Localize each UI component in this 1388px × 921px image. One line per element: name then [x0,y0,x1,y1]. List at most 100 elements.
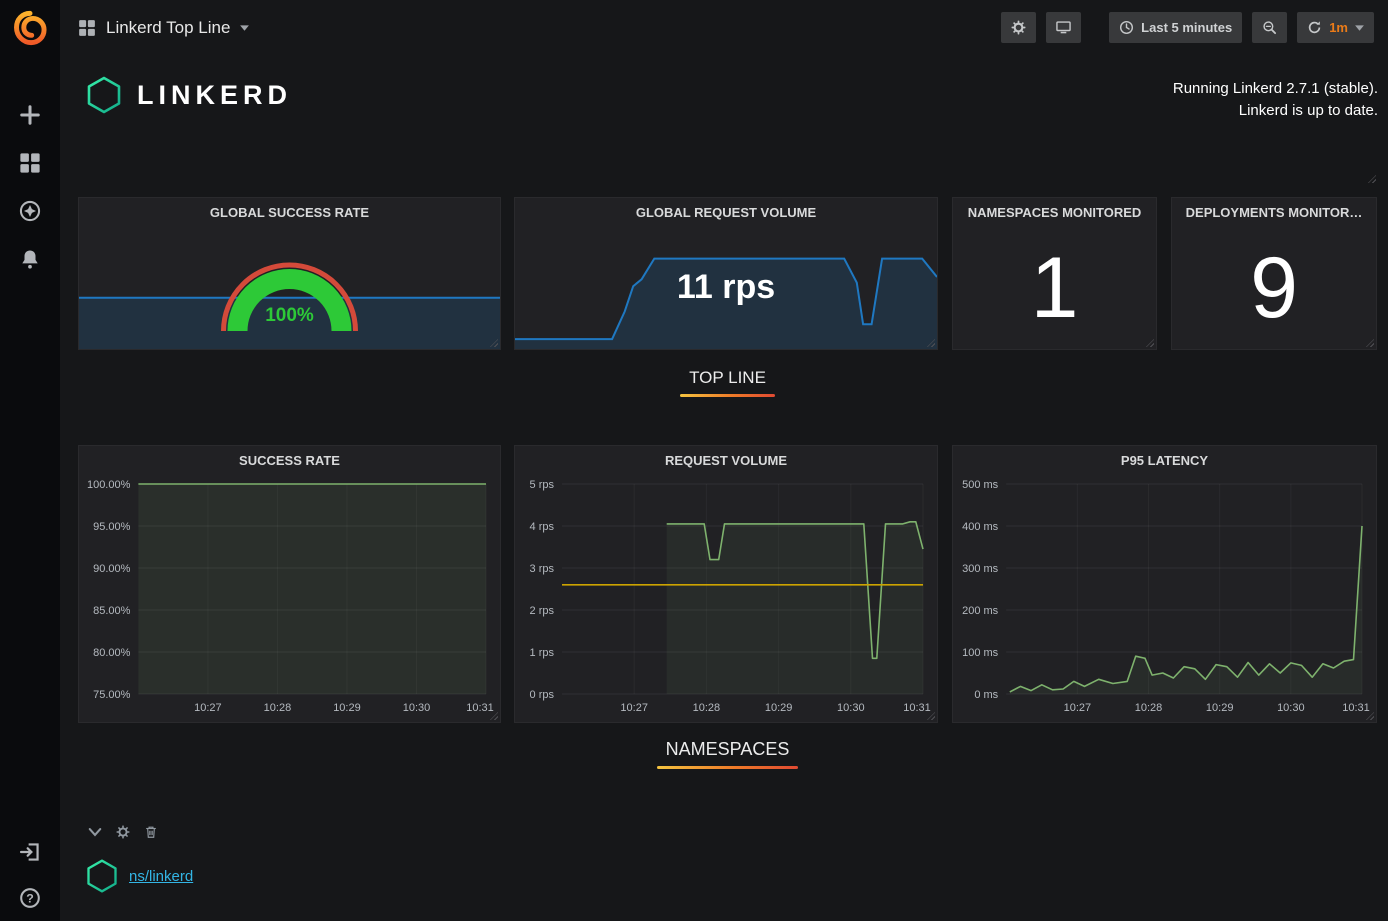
deployments-monitored-panel: DEPLOYMENTS MONITOR… 9 [1171,197,1377,350]
sidebar-bottom-menu: ? [19,841,41,909]
p95-latency-chart[interactable]: 500 ms400 ms300 ms200 ms100 ms0 ms10:271… [955,474,1374,720]
linkerd-wordmark: LINKERD [137,80,292,111]
success-rate-chart[interactable]: 100.00% 95.00% 90.00% 85.00% 80.00% 75.00% 10:… [81,474,498,720]
svg-text:90.00%: 90.00% [93,563,131,575]
navbar: Linkerd Top Line Last 5 mi [60,0,1388,55]
svg-text:10:27: 10:27 [194,702,222,714]
dashboard-content: LINKERD Running Linkerd 2.7.1 (stable). … [60,55,1388,921]
svg-text:95.00%: 95.00% [93,521,131,533]
global-success-rate-panel: GLOBAL SUCCESS RATE 100% [78,197,501,350]
panel-title[interactable]: P95 LATENCY [953,446,1376,474]
status-line-2: Linkerd is up to date. [1173,100,1378,122]
panel-title[interactable]: GLOBAL REQUEST VOLUME [515,198,937,226]
svg-text:75.00%: 75.00% [93,689,131,701]
sign-in-icon[interactable] [19,841,41,863]
dashboards-grid-icon[interactable] [19,152,41,174]
svg-text:10:27: 10:27 [620,702,648,714]
stat-value: 9 [1250,245,1298,331]
refresh-icon [1307,20,1322,35]
global-request-volume-sparkline: 11 rps [515,226,937,349]
status-line-1: Running Linkerd 2.7.1 (stable). [1173,78,1378,100]
grafana-logo[interactable] [12,10,48,46]
alert-bell-icon[interactable] [19,248,41,270]
navbar-actions: Last 5 minutes 1m [1001,12,1374,43]
linkerd-header-panel: LINKERD Running Linkerd 2.7.1 (stable). … [78,60,1378,185]
linkerd-logo-icon [84,858,120,894]
gauge-value: 100% [79,305,500,327]
row-controls [88,825,158,839]
global-request-volume-panel: GLOBAL REQUEST VOLUME 11 rps [514,197,938,350]
svg-text:80.00%: 80.00% [93,647,131,659]
svg-text:10:31: 10:31 [466,702,494,714]
row-delete-trash-icon[interactable] [144,825,158,839]
gear-icon [1011,20,1026,35]
explore-compass-icon[interactable] [19,200,41,222]
svg-text:10:29: 10:29 [1206,702,1234,714]
panel-resize-handle[interactable] [1368,175,1376,183]
stat-value: 11 rps [677,268,775,307]
svg-text:?: ? [26,891,34,905]
row-collapse-chevron-down-icon[interactable] [88,825,102,839]
p95-latency-panel: P95 LATENCY 500 ms400 ms300 ms200 ms100 … [952,445,1377,723]
linkerd-logo-icon [84,75,124,115]
panel-title[interactable]: GLOBAL SUCCESS RATE [79,198,500,226]
zoom-out-icon [1262,20,1277,35]
svg-text:10:30: 10:30 [403,702,431,714]
stat-value: 1 [1031,245,1079,331]
svg-text:1 rps: 1 rps [530,647,555,659]
sidebar: ? [0,0,60,921]
dashboard-title-button[interactable]: Linkerd Top Line [78,18,249,38]
dashboard-title: Linkerd Top Line [106,18,230,38]
panel-title[interactable]: NAMESPACES MONITORED [953,198,1156,226]
svg-text:10:28: 10:28 [693,702,721,714]
dashboard-grid-icon [78,19,96,37]
svg-text:5 rps: 5 rps [530,479,555,491]
linkerd-brand: LINKERD [84,75,292,115]
svg-text:3 rps: 3 rps [530,563,555,575]
svg-text:10:30: 10:30 [1277,702,1305,714]
svg-text:200 ms: 200 ms [962,605,999,617]
svg-text:10:30: 10:30 [837,702,865,714]
clock-icon [1119,20,1134,35]
svg-text:10:29: 10:29 [765,702,793,714]
dashboard-settings-button[interactable] [1001,12,1036,43]
svg-text:500 ms: 500 ms [962,479,999,491]
svg-text:4 rps: 4 rps [530,521,555,533]
chevron-down-icon [1355,25,1364,31]
create-plus-icon[interactable] [19,104,41,126]
panel-title[interactable]: SUCCESS RATE [79,446,500,474]
row-title-namespaces: NAMESPACES [78,739,1377,769]
chevron-down-icon [240,25,249,31]
svg-text:300 ms: 300 ms [962,563,999,575]
namespaces-monitored-panel: NAMESPACES MONITORED 1 [952,197,1157,350]
help-circle-icon[interactable]: ? [19,887,41,909]
panel-title[interactable]: REQUEST VOLUME [515,446,937,474]
global-success-rate-gauge: 100% [79,226,500,349]
svg-text:10:31: 10:31 [1342,702,1370,714]
namespace-link-panel: ns/linkerd [84,858,193,894]
svg-text:10:27: 10:27 [1064,702,1092,714]
zoom-out-button[interactable] [1252,12,1287,43]
linkerd-status: Running Linkerd 2.7.1 (stable). Linkerd … [1173,78,1378,122]
svg-text:10:28: 10:28 [1135,702,1163,714]
time-range-button[interactable]: Last 5 minutes [1109,12,1242,43]
row-settings-gear-icon[interactable] [116,825,130,839]
svg-text:100 ms: 100 ms [962,647,999,659]
svg-text:0 rps: 0 rps [530,689,555,701]
refresh-interval-label: 1m [1329,20,1348,35]
refresh-picker-button[interactable]: 1m [1297,12,1374,43]
svg-text:10:28: 10:28 [264,702,292,714]
svg-text:10:31: 10:31 [903,702,931,714]
svg-text:100.00%: 100.00% [87,479,131,491]
svg-text:85.00%: 85.00% [93,605,131,617]
cycle-view-mode-button[interactable] [1046,12,1081,43]
panel-title[interactable]: DEPLOYMENTS MONITOR… [1172,198,1376,226]
request-volume-chart[interactable]: 5 rps4 rps3 rps2 rps1 rps0 rps10:2710:28… [517,474,935,720]
row-title-top-line: TOP LINE [78,368,1377,397]
sidebar-menu [19,104,41,270]
success-rate-panel: SUCCESS RATE 100.00% 95.00% 90.00% 85.00% 80… [78,445,501,723]
time-range-label: Last 5 minutes [1141,20,1232,35]
namespace-link[interactable]: ns/linkerd [129,868,193,885]
svg-text:10:29: 10:29 [333,702,361,714]
deployments-monitored-stat: 9 [1172,226,1376,349]
